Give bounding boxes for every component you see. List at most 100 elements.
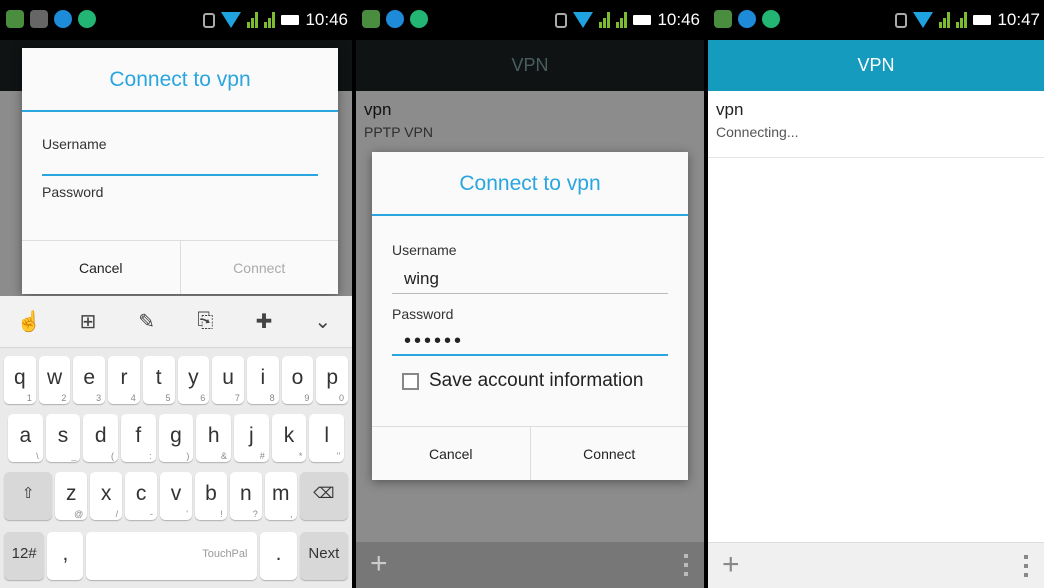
gesture-icon[interactable]: ☝ <box>0 309 59 334</box>
key-secondary: , <box>290 509 293 519</box>
key-d[interactable]: d( <box>83 414 119 462</box>
key-letter: b <box>205 482 217 505</box>
shift-key[interactable]: ⇧ <box>4 472 53 520</box>
connect-button[interactable]: Connect <box>179 241 339 294</box>
username-input[interactable] <box>42 152 318 176</box>
key-y[interactable]: y6 <box>177 356 210 404</box>
notification-icon <box>6 10 24 28</box>
key-secondary: 0 <box>339 393 345 403</box>
wifi-icon <box>573 12 594 28</box>
key-letter: p <box>326 366 339 389</box>
key-secondary: @ <box>74 509 84 519</box>
add-vpn-icon[interactable]: + <box>370 549 388 579</box>
key-f[interactable]: f: <box>121 414 156 462</box>
key-s[interactable]: s _ <box>45 414 81 462</box>
key-letter: k <box>283 424 295 447</box>
add-vpn-icon[interactable]: + <box>722 550 740 580</box>
wifi-icon <box>913 12 934 28</box>
key-secondary: ? <box>252 509 258 519</box>
username-label: Username <box>392 242 457 258</box>
edit-icon[interactable]: ✎ <box>117 309 176 334</box>
signal-icon <box>264 12 276 28</box>
key-m[interactable]: m, <box>264 472 297 520</box>
key-n[interactable]: n? <box>229 472 262 520</box>
key-letter: h <box>207 424 220 447</box>
key-c[interactable]: c- <box>125 472 158 520</box>
key-secondary: ' <box>186 509 188 519</box>
connect-dialog: Connect to vpn Username Password Cancel … <box>22 48 338 294</box>
keyboard-toolbar: ☝ ⊞ ✎ ⎘ ✚ ⌄ <box>0 296 352 348</box>
key-letter: a <box>19 424 32 447</box>
app-icon <box>410 10 428 28</box>
key-i[interactable]: i8 <box>246 356 279 404</box>
key-secondary: 1 <box>26 393 32 403</box>
save-account-label: Save account information <box>429 370 644 391</box>
key-e[interactable]: e3 <box>73 356 106 404</box>
key-g[interactable]: g) <box>158 414 194 462</box>
key-letter: s <box>57 424 69 447</box>
key-secondary: 2 <box>61 393 67 403</box>
collapse-icon[interactable]: ⌄ <box>293 309 352 334</box>
comma-key[interactable]: , <box>47 532 84 580</box>
key-secondary: " <box>336 451 341 461</box>
vpn-list-item[interactable]: vpn Connecting... <box>708 100 1044 158</box>
key-secondary: / <box>115 509 119 519</box>
key-secondary: - <box>150 509 154 519</box>
plugin-icon[interactable]: ✚ <box>235 309 294 334</box>
key-q[interactable]: q1 <box>4 356 36 404</box>
bluetooth-icon <box>555 12 568 28</box>
cancel-button[interactable]: Cancel <box>372 427 530 480</box>
key-v[interactable]: v ' <box>160 472 192 520</box>
connect-button[interactable]: Connect <box>529 427 689 480</box>
space-key[interactable]: TouchPal <box>86 532 258 580</box>
key-z[interactable]: z @ <box>55 472 88 520</box>
username-label: Username <box>42 136 107 152</box>
status-bar: 10:46 <box>0 0 352 40</box>
key-b[interactable]: b! <box>194 472 227 520</box>
key-t[interactable]: t5 <box>142 356 175 404</box>
key-secondary: ) <box>186 451 190 461</box>
clock: 10:47 <box>997 10 1040 29</box>
dialog-title: Connect to vpn <box>372 152 688 216</box>
password-input[interactable]: •••••• <box>392 326 668 356</box>
notification-icon <box>714 10 732 28</box>
key-h[interactable]: h & <box>196 414 232 462</box>
key-u[interactable]: u7 <box>212 356 244 404</box>
key-secondary: & <box>221 451 228 461</box>
key-r[interactable]: r4 <box>108 356 140 404</box>
backspace-key[interactable]: ⌫ <box>299 472 348 520</box>
overflow-menu-icon[interactable] <box>1024 555 1028 577</box>
key-letter: g <box>170 424 182 447</box>
key-p[interactable]: p0 <box>316 356 349 404</box>
key-letter: c <box>135 482 147 505</box>
key-letter: j <box>249 424 254 447</box>
key-j[interactable]: j # <box>234 414 269 462</box>
key-letter: n <box>240 482 252 505</box>
app-icon <box>762 10 780 28</box>
battery-icon <box>633 15 652 25</box>
cancel-button[interactable]: Cancel <box>22 241 180 294</box>
key-x[interactable]: x / <box>90 472 123 520</box>
key-letter: x <box>100 482 112 505</box>
signal-icon <box>247 12 259 28</box>
username-input[interactable]: wing <box>392 264 668 294</box>
language-icon[interactable]: ⊞ <box>59 309 118 334</box>
key-l[interactable]: l " <box>309 414 345 462</box>
signal-icon <box>616 12 628 28</box>
save-account-checkbox[interactable]: Save account information <box>402 370 688 392</box>
period-key[interactable]: . <box>260 532 297 580</box>
key-o[interactable]: o9 <box>281 356 314 404</box>
key-letter: t <box>155 366 162 389</box>
key-secondary: 4 <box>130 393 136 403</box>
battery-icon <box>973 15 992 25</box>
key-letter: l <box>324 424 330 447</box>
next-key[interactable]: Next <box>299 532 348 580</box>
key-a[interactable]: a \ <box>8 414 43 462</box>
clipboard-icon[interactable]: ⎘ <box>176 310 235 333</box>
key-k[interactable]: k * <box>271 414 307 462</box>
overflow-menu-icon[interactable] <box>684 554 688 576</box>
key-w[interactable]: w2 <box>38 356 71 404</box>
key-letter: o <box>291 366 304 389</box>
symbol-key[interactable]: 12# <box>4 532 45 580</box>
bottom-bar: + <box>356 542 704 588</box>
